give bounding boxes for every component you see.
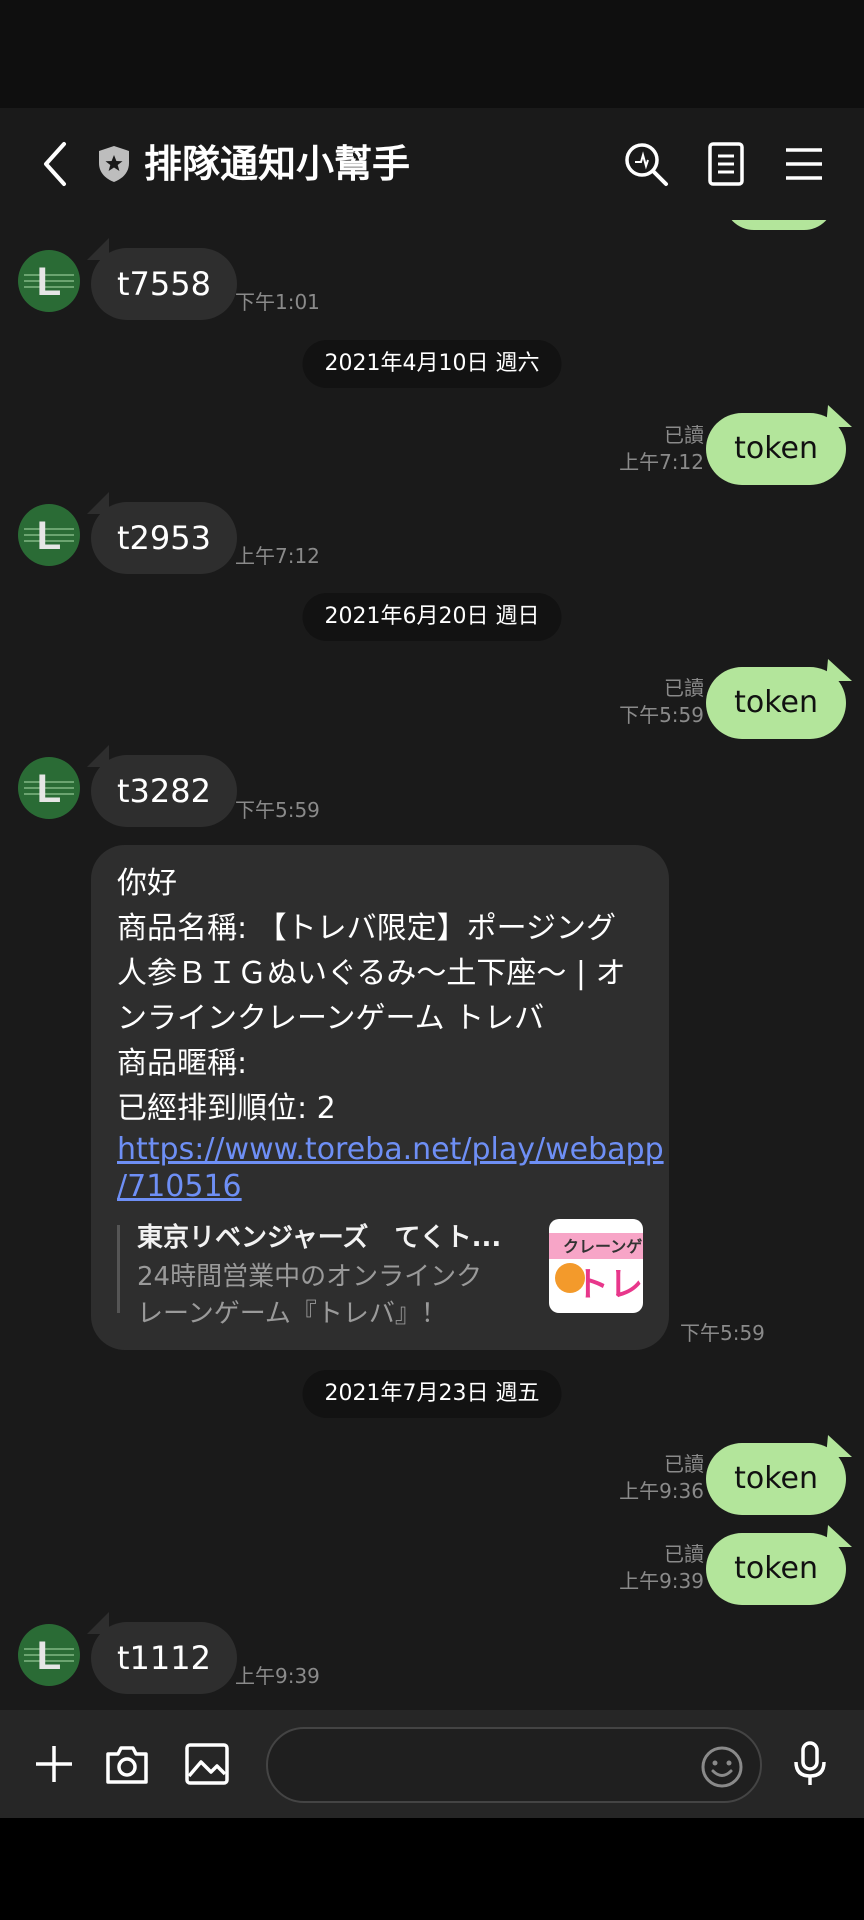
message-bubble-outgoing[interactable]: token [706,667,846,739]
date-separator: 2021年7月23日 週五 [302,1370,562,1418]
read-receipt: 已讀 [664,1542,704,1566]
thumbnail-logo: トレバ [575,1265,643,1305]
message-link[interactable]: /710516 [117,1168,645,1205]
message-time: 上午7:12 [619,450,704,474]
message-meta: 已讀 上午9:39 [619,1541,704,1595]
message-line: ンラインクレーンゲーム トレバ [117,1001,545,1036]
preview-description: 24時間営業中のオンラインク レーンゲーム『トレバ』！ [137,1262,483,1329]
message-time: 下午5:59 [680,1321,765,1345]
long-message-bubble[interactable]: 你好 商品名稱: 【トレバ限定】ポージング 人参ＢＩＧぬいぐるみ〜土下座〜 | … [91,845,669,1350]
message-bubble-outgoing[interactable]: token [706,1443,846,1515]
preview-thumbnail: クレーンゲ トレバ [549,1219,643,1313]
plus-icon[interactable] [30,1740,78,1788]
avatar[interactable]: L [18,250,80,312]
message-time: 下午5:59 [619,703,704,727]
message-time: 下午5:59 [235,798,320,822]
message-bubble-outgoing[interactable]: token [706,413,846,485]
avatar[interactable]: L [18,757,80,819]
message-meta: 已讀 上午9:36 [619,1451,704,1505]
message-composer [0,1710,864,1818]
image-icon[interactable] [183,1740,231,1788]
message-time: 上午9:36 [619,1479,704,1503]
message-time: 上午9:39 [235,1664,320,1688]
message-bubble-incoming[interactable]: t3282 [91,755,237,827]
message-bubble-incoming[interactable]: t1112 [91,1622,237,1694]
microphone-icon[interactable] [786,1740,834,1788]
system-navigation-bar [0,1818,864,1920]
menu-icon[interactable] [780,140,828,188]
link-preview-card[interactable]: 東京リベンジャーズ てくト... 24時間営業中のオンラインク レーンゲーム『ト… [117,1217,643,1329]
message-line: 已經排到順位: 2 [117,1091,336,1126]
message-bubble-incoming[interactable]: t2953 [91,502,237,574]
message-bubble-incoming[interactable]: t7558 [91,248,237,320]
camera-icon[interactable] [103,1740,151,1788]
chat-area[interactable]: L t7558 下午1:01 2021年4月10日 週六 已讀 上午7:12 t… [0,220,864,1710]
back-arrow-icon[interactable] [36,138,76,190]
emoji-icon[interactable] [700,1745,744,1789]
status-bar [0,0,864,108]
message-time: 下午1:01 [235,290,320,314]
message-time: 上午7:12 [235,544,320,568]
read-receipt: 已讀 [664,423,704,447]
message-input[interactable] [266,1727,762,1803]
message-link[interactable]: https://www.toreba.net/play/webapp [117,1131,664,1168]
message-meta: 已讀 下午5:59 [619,675,704,729]
thumbnail-caption: クレーンゲ [563,1237,643,1256]
message-line: 你好 [117,866,177,901]
message-line: 商品暱稱: [117,1046,248,1081]
chat-title: 排隊通知小幫手 [144,142,411,186]
message-bubble-outgoing[interactable]: token [706,1533,846,1605]
read-receipt: 已讀 [664,676,704,700]
search-icon[interactable] [622,140,670,188]
date-separator: 2021年4月10日 週六 [302,340,562,388]
avatar[interactable]: L [18,504,80,566]
message-bubble-outgoing-partial [724,220,834,230]
shield-star-icon [99,146,129,182]
read-receipt: 已讀 [664,1452,704,1476]
chat-header: 排隊通知小幫手 [0,108,864,220]
message-line: 人参ＢＩＧぬいぐるみ〜土下座〜 | オ [117,956,626,991]
preview-title: 東京リベンジャーズ てくト... [137,1223,502,1253]
message-meta: 已讀 上午7:12 [619,422,704,476]
date-separator: 2021年6月20日 週日 [302,593,562,641]
message-time: 上午9:39 [619,1569,704,1593]
notes-icon[interactable] [702,140,750,188]
avatar[interactable]: L [18,1624,80,1686]
preview-divider [117,1225,120,1313]
message-line: 商品名稱: 【トレバ限定】ポージング [117,911,617,946]
